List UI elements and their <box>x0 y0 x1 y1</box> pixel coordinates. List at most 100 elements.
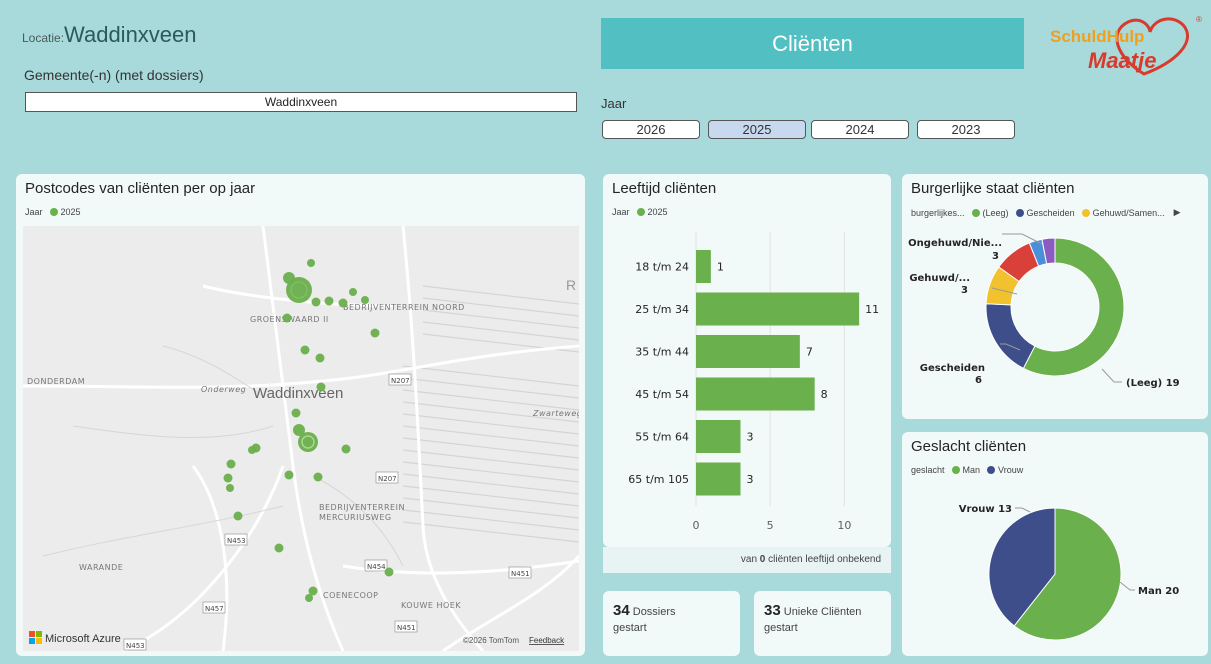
road-label-n453-b: N453 <box>126 642 145 650</box>
legend-next-arrow-icon[interactable]: ▶ <box>1174 207 1181 218</box>
age-legend-dot <box>636 208 645 216</box>
civil-legend-gescheiden: Gescheiden <box>1026 207 1075 218</box>
age-category-label: 65 t/m 105 <box>628 473 689 486</box>
year-button-2024[interactable]: 2024 <box>811 120 909 139</box>
map-dot <box>282 313 292 323</box>
map-dot <box>324 296 334 306</box>
map-dot <box>341 444 351 454</box>
gender-legend-label: geslacht <box>911 465 945 475</box>
age-category-label: 25 t/m 34 <box>635 303 689 316</box>
map-attribution: ©2026 TomTom <box>463 636 519 645</box>
map-dot <box>298 432 318 452</box>
place-label-kouwe-hoek: KOUWE HOEK <box>401 601 461 610</box>
age-legend-label: Jaar <box>612 207 630 217</box>
location-value: Waddinxveen <box>64 22 197 47</box>
municipality-slicer[interactable]: Waddinxveen <box>25 92 577 112</box>
map-dot <box>248 446 256 454</box>
age-data-label: 1 <box>717 261 724 274</box>
civil-status-card: Burgerlijke staat cliënten burgerlijkes.… <box>902 174 1208 419</box>
map-svg: GROENSWAARD II BEDRIJVENTERREIN NOORD DO… <box>23 226 579 651</box>
place-label-waddinxveen: Waddinxveen <box>253 385 343 402</box>
age-chart-title: Leeftijd cliënten <box>612 180 717 197</box>
map-legend-item: 2025 <box>60 207 81 217</box>
map-feedback-link[interactable]: Feedback <box>529 636 565 645</box>
civil-legend-gehuwd: Gehuwd/Samen... <box>1092 207 1165 218</box>
civil-legend: burgerlijkes... (Leeg) Gescheiden Gehuwd… <box>911 207 1181 218</box>
map-dot <box>361 296 369 304</box>
map-legend-dot <box>49 208 58 216</box>
civil-slice-value: 3 <box>992 251 999 262</box>
age-category-label: 18 t/m 24 <box>635 261 689 274</box>
gender-pie-chart: Man 20 Vrouw 13 <box>959 504 1179 641</box>
kpi-unique-label: Unieke Cliënten <box>783 606 862 618</box>
age-data-label: 7 <box>806 346 813 359</box>
age-data-label: 3 <box>747 473 754 486</box>
map-dot <box>223 473 233 483</box>
map-dot <box>311 297 321 307</box>
place-label-coenecoop: COENECOOP <box>323 591 378 600</box>
age-bar <box>696 420 741 453</box>
map-legend: Jaar 2025 <box>25 207 81 217</box>
age-chart-card: Leeftijd cliënten Jaar 2025 0 5 10 18 t/m 2… <box>603 174 891 547</box>
civil-slice-value: 6 <box>975 375 982 386</box>
map-dot <box>384 567 394 577</box>
road-label-n207-b: N207 <box>378 475 397 483</box>
year-button-2023[interactable]: 2023 <box>917 120 1015 139</box>
road-label-n453: N453 <box>227 537 246 545</box>
age-category-label: 35 t/m 44 <box>635 346 689 359</box>
age-bar <box>696 335 800 368</box>
road-label-n207-a: N207 <box>391 377 410 385</box>
logo-text-2: Maatje <box>1088 48 1156 73</box>
year-label: Jaar <box>601 96 627 111</box>
gender-card: Geslacht cliënten geslacht Man Vrouw Man… <box>902 432 1208 656</box>
kpi-dossiers-value: 34 <box>613 602 630 619</box>
year-button-2025[interactable]: 2025 <box>708 120 806 139</box>
map-dot <box>226 459 236 469</box>
map-dot <box>291 408 301 418</box>
logo-text-1: SchuldHulp <box>1050 27 1144 46</box>
road-label-n451-b: N451 <box>397 624 416 632</box>
age-x-tick-label: 0 <box>693 519 700 532</box>
civil-slice-label: Gescheiden <box>920 363 985 374</box>
place-label-mercurius-1: BEDRIJVENTERREIN <box>319 503 405 512</box>
map-canvas[interactable]: GROENSWAARD II BEDRIJVENTERREIN NOORD DO… <box>23 226 579 651</box>
civil-legend-label: burgerlijkes... <box>911 207 965 218</box>
map-dot <box>305 594 313 602</box>
age-data-label: 3 <box>747 431 754 444</box>
gender-legend: geslacht Man Vrouw <box>911 465 1023 475</box>
gender-slice-label: Vrouw 13 <box>959 504 1012 515</box>
civil-callout-line <box>1101 368 1122 383</box>
civil-slice-label: (Leeg) 19 <box>1126 378 1180 389</box>
municipality-label: Gemeente(-n) (met dossiers) <box>24 67 204 83</box>
age-bar-chart: 0 5 10 18 t/m 24 1 25 t/m 34 11 35 t/m 44 7 45 t/… <box>628 232 879 532</box>
civil-slice-value: 3 <box>961 285 968 296</box>
map-card: Postcodes van cliënten per op jaar Jaar … <box>16 174 585 656</box>
civil-donut-chart: (Leeg) 19Gescheiden6Gehuwd/...3Ongehuwd/… <box>908 233 1180 389</box>
gender-title: Geslacht cliënten <box>911 438 1027 455</box>
logo-registered: ® <box>1196 15 1202 24</box>
road-label-n454: N454 <box>367 563 386 571</box>
place-label-onderweg: Onderweg <box>201 385 246 394</box>
civil-slice <box>985 303 1036 370</box>
microsoft-logo <box>29 631 42 644</box>
gender-callout-line <box>1015 507 1031 513</box>
map-dot <box>226 484 234 492</box>
gender-legend-man: Man <box>962 465 981 475</box>
map-dot <box>370 328 380 338</box>
age-bar <box>696 292 860 326</box>
age-data-label: 11 <box>865 303 879 316</box>
kpi-dossiers-label: Dossiers <box>632 606 676 618</box>
kpi-unique-clients: 33 Unieke Cliënten gestart <box>754 591 891 656</box>
location-indicator: Locatie:Waddinxveen <box>22 22 197 48</box>
microsoft-azure-text: Microsoft Azure <box>45 633 121 645</box>
map-dot <box>233 511 243 521</box>
age-bar <box>696 462 741 496</box>
map-dot <box>274 543 284 553</box>
place-label-edge-r: R <box>566 277 576 293</box>
year-button-2026[interactable]: 2026 <box>602 120 700 139</box>
map-dot <box>313 472 323 482</box>
gender-legend-vrouw: Vrouw <box>998 465 1024 475</box>
age-x-tick-label: 5 <box>767 519 774 532</box>
place-label-donderdam: DONDERDAM <box>27 377 85 386</box>
gender-slice-label: Man 20 <box>1138 586 1179 597</box>
